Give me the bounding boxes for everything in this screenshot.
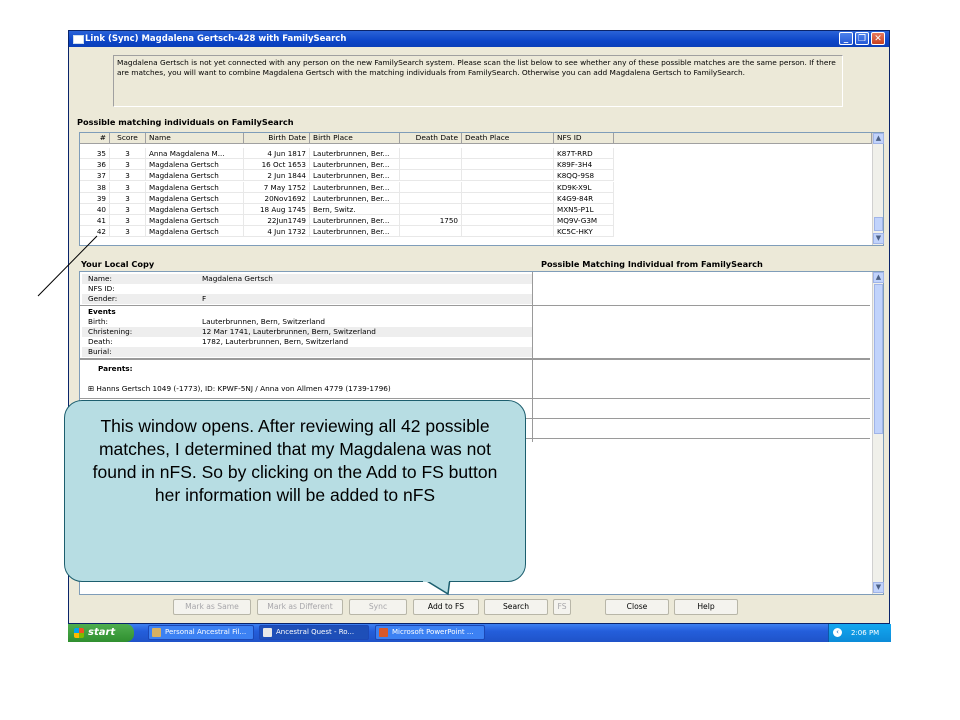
callout-box: This window opens. After reviewing all 4… — [64, 400, 526, 582]
callout-text: This window opens. After reviewing all 4… — [92, 416, 498, 505]
pointer-line — [37, 235, 98, 297]
annotation-overlay — [37, 235, 451, 596]
callout-tail-join — [423, 576, 449, 582]
